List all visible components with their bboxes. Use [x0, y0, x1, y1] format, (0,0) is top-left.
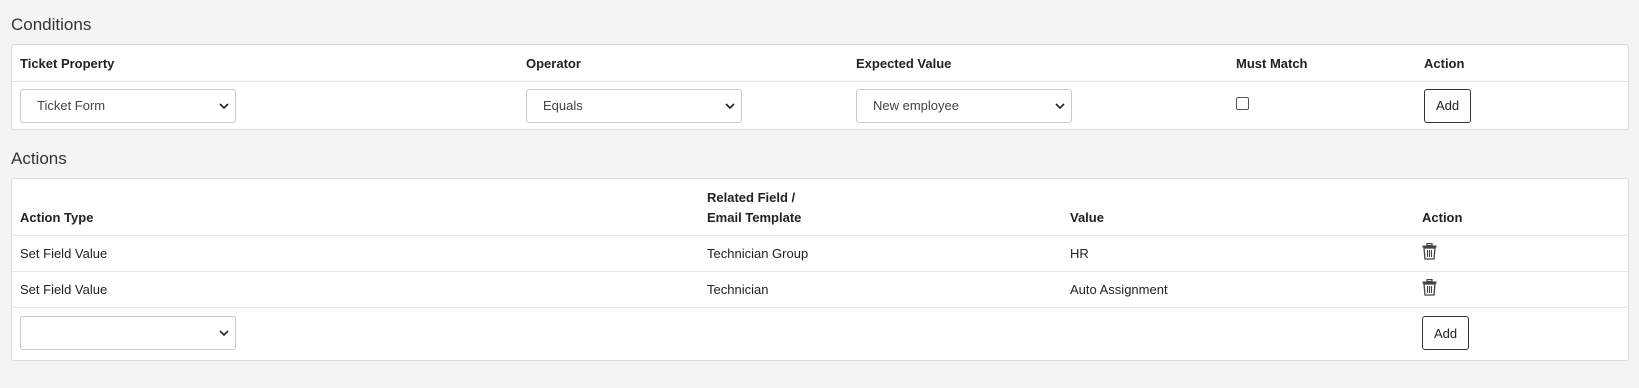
chevron-down-icon [725, 103, 735, 109]
value-cell: Auto Assignment [1062, 271, 1414, 308]
actions-card: Action Type Related Field / Email Templa… [11, 178, 1629, 361]
trash-icon[interactable] [1422, 243, 1437, 260]
value-cell: HR [1062, 235, 1414, 272]
actions-title: Actions [11, 149, 67, 168]
action-type-cell: Set Field Value [12, 271, 699, 308]
action-type-cell: Set Field Value [12, 235, 699, 272]
chevron-down-icon [1055, 103, 1065, 109]
related-field-cell: Technician [699, 271, 1062, 308]
header-related-field: Related Field / Email Template [699, 179, 1062, 236]
expected-value-select-value: New employee [873, 98, 959, 114]
expected-value-select[interactable]: New employee [856, 88, 1072, 123]
condition-row: Ticket Form Equals New employee Add [12, 81, 1628, 130]
chevron-down-icon [219, 103, 229, 109]
must-match-checkbox[interactable] [1236, 97, 1249, 111]
add-condition-button[interactable]: Add [1424, 88, 1472, 123]
header-related-field-line1: Related Field / [707, 189, 796, 205]
operator-select-value: Equals [543, 98, 583, 114]
header-related-field-line2: Email Template [707, 209, 802, 225]
table-row: Set Field Value Technician Auto Assignme… [12, 271, 1628, 308]
trash-icon[interactable] [1422, 279, 1437, 296]
conditions-title: Conditions [11, 15, 92, 34]
header-must-match: Must Match [1228, 45, 1416, 82]
ticket-property-select-value: Ticket Form [37, 98, 106, 114]
action-type-select[interactable] [20, 316, 236, 351]
header-action: Action [1414, 179, 1628, 236]
related-field-cell: Technician Group [699, 235, 1062, 272]
chevron-down-icon [219, 330, 229, 337]
conditions-card: Ticket Property Operator Expected Value … [11, 44, 1629, 130]
ticket-property-select[interactable]: Ticket Form [20, 88, 236, 123]
operator-select[interactable]: Equals [526, 88, 742, 123]
add-action-button[interactable]: Add [1422, 316, 1470, 351]
header-action: Action [1416, 45, 1628, 82]
header-expected-value: Expected Value [848, 45, 1228, 82]
header-action-type: Action Type [12, 179, 699, 236]
header-value: Value [1062, 179, 1414, 236]
header-operator: Operator [518, 45, 848, 82]
header-ticket-property: Ticket Property [12, 45, 518, 82]
new-action-row: Add [12, 307, 1628, 359]
table-row: Set Field Value Technician Group HR [12, 235, 1628, 272]
conditions-table: Ticket Property Operator Expected Value … [12, 45, 1628, 130]
actions-table: Action Type Related Field / Email Templa… [12, 179, 1628, 359]
